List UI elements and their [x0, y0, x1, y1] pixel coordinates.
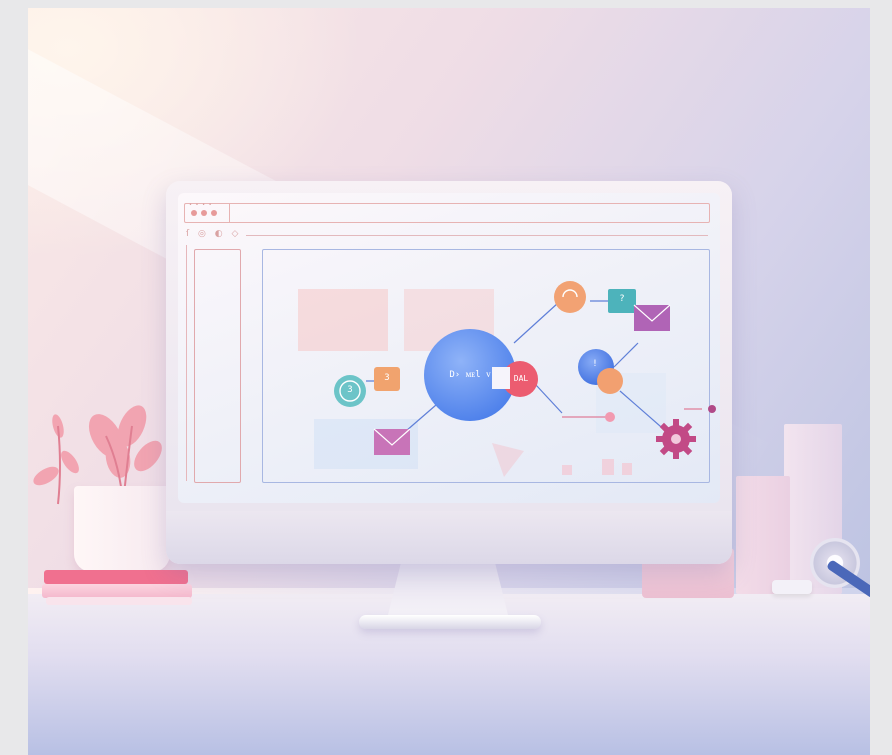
- plant-pot: [74, 486, 170, 572]
- monitor: • • • • ſ ◎ ◐ ◇ 3 3 D› ᴍᴇl ᴠ DAL ? !: [166, 181, 732, 564]
- node-teal-square-label: ?: [619, 294, 625, 304]
- node-teal-label: 3: [347, 385, 353, 395]
- monitor-chin: [166, 511, 732, 564]
- monitor-stand-neck: [386, 563, 510, 623]
- node-small-blue-label: !: [592, 359, 598, 369]
- workflow-diagram: [298, 281, 716, 477]
- node-badge-label: DAL: [513, 374, 529, 383]
- book: [42, 584, 192, 598]
- monitor-screen: • • • • ſ ◎ ◐ ◇ 3 3 D› ᴍᴇl ᴠ DAL ? !: [178, 193, 720, 503]
- node-orange-label: 3: [384, 373, 390, 383]
- node-main-label: D› ᴍᴇl ᴠ: [449, 370, 491, 380]
- book: [46, 597, 192, 605]
- scene: • • • • ſ ◎ ◐ ◇ 3 3 D› ᴍᴇl ᴠ DAL ? !: [28, 8, 870, 755]
- desk-puck: [772, 580, 812, 594]
- monitor-stand-base: [359, 615, 541, 629]
- book: [44, 570, 188, 584]
- glass-block: [736, 476, 790, 594]
